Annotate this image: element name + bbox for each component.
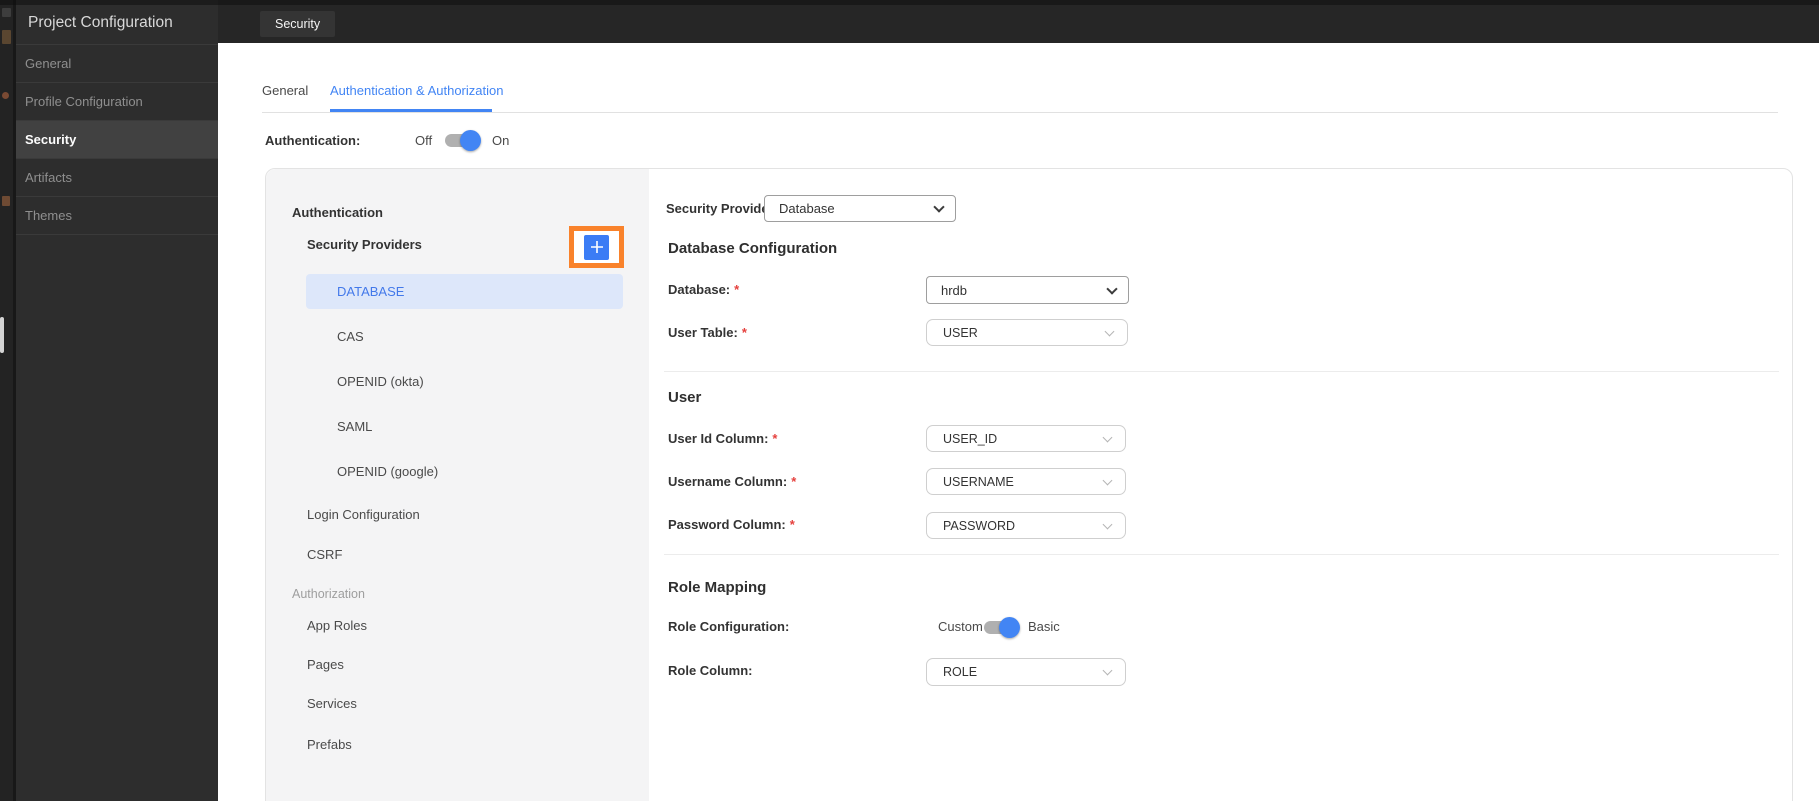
role-column-select[interactable]: ROLE [926, 658, 1126, 686]
role-configuration-toggle[interactable] [984, 617, 1020, 638]
database-label: Database: * [668, 282, 740, 297]
role-custom-label: Custom [938, 619, 983, 634]
rail-partial-icon [2, 30, 11, 44]
sidebar-item-security[interactable]: Security [16, 120, 218, 158]
user-id-column-label: User Id Column: * [668, 431, 778, 446]
nav-pages[interactable]: Pages [307, 647, 344, 682]
plus-icon [590, 241, 603, 253]
database-select[interactable]: hrdb [926, 276, 1129, 304]
database-configuration-heading: Database Configuration [668, 240, 838, 257]
left-icon-rail [0, 0, 16, 801]
add-security-provider-button[interactable] [584, 234, 609, 260]
toggle-thumb [999, 617, 1020, 638]
password-column-value: PASSWORD [943, 518, 1015, 533]
tabs-divider [262, 112, 1778, 113]
role-mapping-heading: Role Mapping [668, 579, 767, 596]
tab-general[interactable]: General [262, 83, 308, 98]
password-column-label: Password Column: * [668, 517, 795, 532]
nav-provider-saml[interactable]: SAML [337, 409, 372, 444]
nav-services[interactable]: Services [307, 686, 357, 721]
auth-settings-card: Authentication Security Providers DATABA… [265, 168, 1793, 801]
sidebar-item-themes[interactable]: Themes [16, 196, 218, 234]
nav-app-roles[interactable]: App Roles [307, 608, 367, 643]
toggle-off-label: Off [415, 133, 433, 148]
username-column-label: Username Column: * [668, 474, 797, 489]
toggle-thumb [460, 130, 481, 151]
rail-partial-icon [2, 196, 10, 206]
username-column-value: USERNAME [943, 474, 1014, 489]
project-config-sidebar: Project Configuration General Profile Co… [16, 0, 218, 801]
required-asterisk: * [791, 474, 797, 489]
app-root: Project Configuration General Profile Co… [0, 0, 1819, 801]
database-value: hrdb [941, 282, 968, 298]
rail-partial-icon [2, 92, 9, 99]
user-heading: User [668, 389, 702, 406]
nav-section-authorization: Authorization [292, 587, 365, 601]
required-asterisk: * [734, 282, 740, 297]
toggle-on-label: On [492, 133, 510, 148]
security-provider-value: Database [779, 201, 835, 216]
topbar: Security [218, 0, 1819, 43]
sidebar-item-profile-configuration[interactable]: Profile Configuration [16, 82, 218, 120]
username-column-select[interactable]: USERNAME [926, 468, 1126, 495]
sidebar-item-list: General Profile Configuration Security A… [16, 44, 218, 235]
active-tab-underline [330, 109, 492, 112]
nav-section-authentication: Authentication [292, 205, 383, 220]
sidebar-title: Project Configuration [28, 14, 173, 31]
nav-provider-openid-okta[interactable]: OPENID (okta) [337, 364, 424, 399]
chevron-down-icon [933, 201, 945, 213]
user-id-column-select[interactable]: USER_ID [926, 425, 1126, 452]
nav-provider-openid-google[interactable]: OPENID (google) [337, 454, 438, 489]
authentication-toggle[interactable] [445, 130, 481, 151]
chevron-down-icon [1102, 432, 1113, 442]
window-top-edge [0, 0, 1819, 5]
authentication-nav-panel: Authentication Security Providers DATABA… [266, 169, 649, 801]
role-column-label: Role Column: [668, 663, 753, 678]
nav-provider-cas[interactable]: CAS [337, 319, 364, 354]
nav-prefabs[interactable]: Prefabs [307, 727, 352, 762]
add-provider-highlight [569, 226, 624, 268]
chevron-down-icon [1106, 282, 1118, 295]
security-content: General Authentication & Authorization A… [218, 43, 1819, 801]
required-asterisk: * [741, 325, 747, 340]
security-provider-label: Security Provider [666, 201, 774, 216]
user-table-label: User Table: * [668, 325, 747, 340]
rail-scrollbar[interactable] [0, 317, 4, 353]
chevron-down-icon [1104, 326, 1115, 336]
required-asterisk: * [772, 431, 778, 446]
role-configuration-label: Role Configuration: [668, 619, 790, 634]
required-asterisk: * [789, 517, 795, 532]
sidebar-item-general[interactable]: General [16, 44, 218, 82]
tab-authentication-authorization[interactable]: Authentication & Authorization [330, 83, 503, 98]
role-basic-label: Basic [1028, 619, 1060, 634]
chevron-down-icon [1102, 519, 1113, 529]
nav-provider-database[interactable]: DATABASE [306, 274, 623, 309]
section-divider [664, 371, 1779, 372]
user-id-column-value: USER_ID [943, 431, 998, 446]
sidebar-item-artifacts[interactable]: Artifacts [16, 158, 218, 196]
nav-security-providers-header: Security Providers [307, 237, 422, 252]
user-table-value: USER [943, 325, 978, 340]
chevron-down-icon [1102, 665, 1113, 676]
authentication-toggle-label: Authentication: [265, 133, 361, 148]
topbar-tab-security[interactable]: Security [260, 11, 336, 37]
chevron-down-icon [1102, 475, 1113, 485]
user-table-select[interactable]: USER [926, 319, 1128, 346]
security-provider-select[interactable]: Database [764, 195, 956, 222]
rail-partial-icon [2, 8, 11, 17]
password-column-select[interactable]: PASSWORD [926, 512, 1126, 539]
role-column-value: ROLE [943, 665, 978, 679]
nav-csrf[interactable]: CSRF [307, 537, 342, 572]
section-divider [664, 554, 1779, 555]
nav-login-configuration[interactable]: Login Configuration [307, 497, 420, 532]
